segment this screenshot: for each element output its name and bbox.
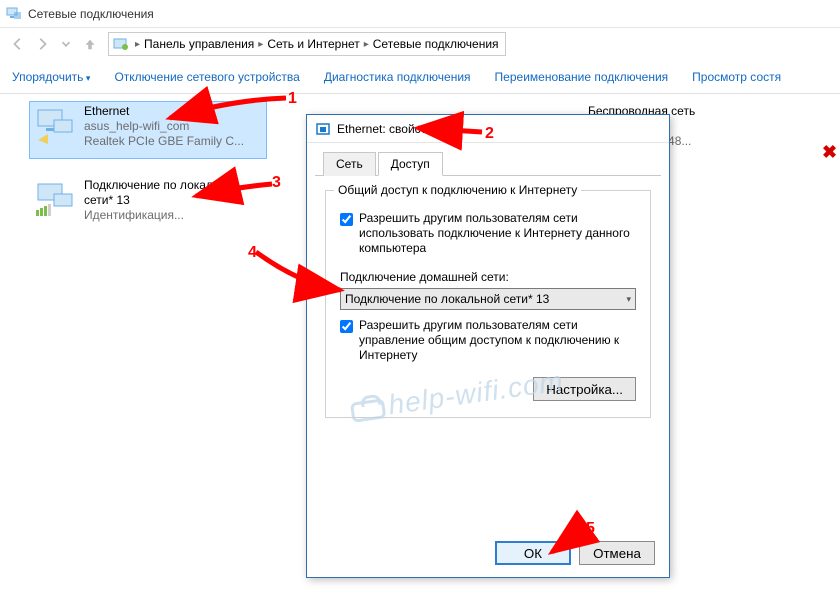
connection-name: Подключение по локальной сети* 13 [84,178,262,208]
annotation-number-2: 2 [485,125,494,143]
window-title: Сетевые подключения [28,7,154,21]
chevron-right-icon[interactable]: ▸ [364,39,369,50]
chevron-right-icon[interactable]: ▸ [135,39,140,50]
control-panel-icon [113,36,129,52]
annotation-number-3: 3 [272,174,281,192]
breadcrumb[interactable]: ▸ Панель управления ▸ Сеть и Интернет ▸ … [108,32,506,56]
connection-item-local13[interactable]: Подключение по локальной сети* 13 Иденти… [30,176,266,232]
annotation-number-4: 4 [248,244,257,262]
rename-button[interactable]: Переименование подключения [495,70,669,84]
connection-status: Идентификация... [84,208,262,223]
up-arrow-icon[interactable] [78,32,102,56]
back-arrow-icon[interactable] [6,32,30,56]
cancel-button[interactable]: Отмена [579,541,655,565]
router-icon [350,398,386,423]
tab-sharing[interactable]: Доступ [378,152,443,176]
ethernet-port-icon [315,121,331,137]
ethernet-properties-dialog: Ethernet: свойства Сеть Доступ Общий дос… [306,114,670,578]
organize-button[interactable]: Упорядочить [12,70,90,84]
command-bar: Упорядочить Отключение сетевого устройст… [0,60,840,94]
group-title: Общий доступ к подключению к Интернету [334,183,581,197]
chevron-right-icon[interactable]: ▸ [258,39,263,50]
connection-device: Realtek PCIe GBE Family C... [84,134,244,149]
dialog-tabs: Сеть Доступ [315,143,661,176]
network-connections-icon [6,6,22,22]
navigation-bar: ▸ Панель управления ▸ Сеть и Интернет ▸ … [0,28,840,60]
ethernet-icon [34,104,76,146]
annotation-number-5: 5 [586,520,595,538]
connection-status: asus_help-wifi_com [84,119,244,134]
breadcrumb-item[interactable]: Панель управления [142,37,256,51]
diagnose-button[interactable]: Диагностика подключения [324,70,471,84]
allow-control-checkbox[interactable] [340,320,353,333]
home-network-value: Подключение по локальной сети* 13 [345,292,549,306]
chevron-down-icon: ▾ [626,294,631,305]
connection-name: Ethernet [84,104,244,119]
allow-share-checkbox[interactable] [340,213,353,226]
breadcrumb-item[interactable]: Сеть и Интернет [265,37,361,51]
lan-icon [34,178,76,220]
forward-arrow-icon[interactable] [30,32,54,56]
home-network-label: Подключение домашней сети: [340,270,636,284]
ok-button[interactable]: ОК [495,541,571,565]
disable-device-button[interactable]: Отключение сетевого устройства [114,70,299,84]
home-network-select[interactable]: Подключение по локальной сети* 13 ▾ [340,288,636,310]
dialog-title: Ethernet: свойства [337,122,439,136]
view-status-button[interactable]: Просмотр состя [692,70,781,84]
dropdown-history-icon[interactable] [54,32,78,56]
allow-control-label: Разрешить другим пользователям сети упра… [359,318,636,363]
explorer-titlebar: Сетевые подключения [0,0,840,28]
disabled-x-icon: ✖ [822,142,837,163]
annotation-number-1: 1 [288,90,297,108]
breadcrumb-item[interactable]: Сетевые подключения [371,37,501,51]
allow-share-label: Разрешить другим пользователям сети испо… [359,211,636,256]
tab-network[interactable]: Сеть [323,152,376,176]
connection-item-ethernet[interactable]: Ethernet asus_help-wifi_com Realtek PCIe… [30,102,266,158]
